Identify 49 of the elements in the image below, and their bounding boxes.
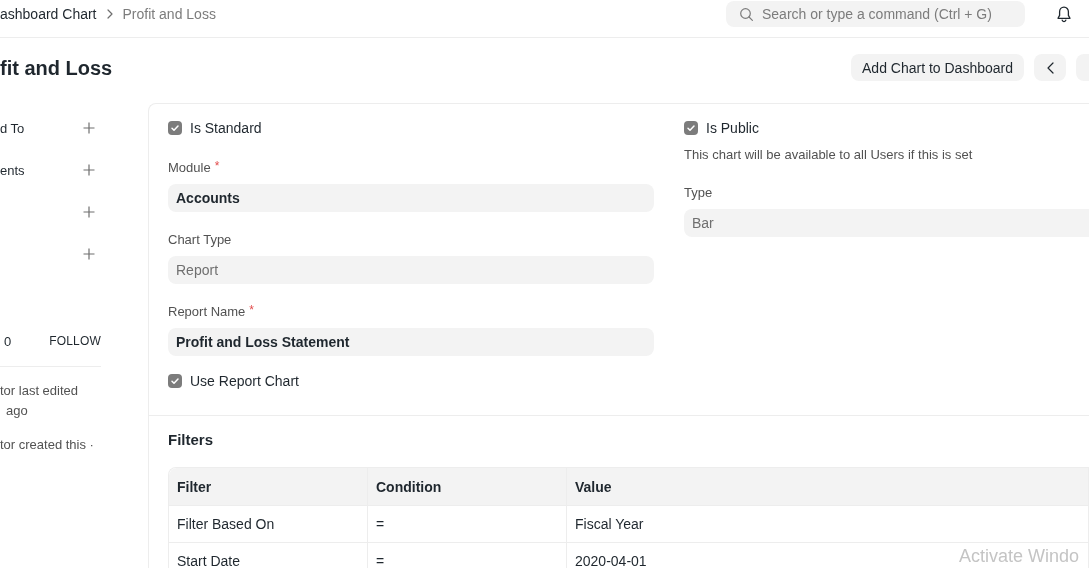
select-field[interactable]: Report [168, 256, 654, 284]
checkbox[interactable] [684, 121, 698, 135]
column-header: Value [567, 468, 1089, 506]
chevron-left-icon [1046, 61, 1054, 74]
plus-icon[interactable] [83, 206, 95, 218]
column-header: Filter [169, 468, 368, 506]
bell-icon[interactable] [1057, 6, 1071, 23]
checkbox[interactable] [168, 374, 182, 388]
previous-button[interactable] [1034, 54, 1066, 81]
required-asterisk: * [249, 303, 254, 317]
breadcrumb: Profit and Loss [122, 6, 216, 22]
plus-icon[interactable] [83, 122, 95, 134]
activity-text: tor created this · [0, 436, 94, 454]
column-header: Condition [368, 468, 567, 506]
field-label: Type [684, 184, 713, 202]
follow-button[interactable]: FOLLOW [49, 334, 101, 348]
activity-text: tor last edited [0, 382, 79, 400]
checkbox-label: Is Public [706, 120, 759, 136]
chevron-right-icon [106, 9, 113, 19]
breadcrumb[interactable]: ashboard Chart [0, 6, 97, 22]
link-field[interactable]: Accounts [168, 184, 654, 212]
select-field[interactable]: Bar [684, 209, 1089, 237]
field-label: Module [168, 159, 211, 177]
page-title: fit and Loss [0, 55, 113, 80]
table-cell: Filter Based On [177, 517, 275, 531]
plus-icon[interactable] [83, 248, 95, 260]
table-cell: Start Date [177, 554, 241, 568]
field-description: This chart will be available to all Users if this is set [684, 146, 973, 164]
field-label: Chart Type [168, 231, 232, 249]
sidebar-item[interactable]: ents [0, 162, 25, 178]
checkbox-label: Use Report Chart [190, 373, 299, 389]
search-field[interactable]: Search or type a command (Ctrl + G) [726, 1, 1025, 27]
section-title: Filters [168, 431, 213, 449]
field-label: Report Name [168, 303, 246, 321]
checkbox[interactable] [168, 121, 182, 135]
activity-text: ago [6, 402, 28, 420]
plus-icon[interactable] [83, 164, 95, 176]
table-cell: 2020-04-01 [575, 554, 647, 568]
table-cell: Fiscal Year [575, 517, 644, 531]
follower-count: 0 [4, 333, 12, 349]
checkbox-label: Is Standard [190, 120, 262, 136]
search-icon [740, 7, 753, 21]
table-cell: = [376, 554, 385, 568]
activation-notice: Activate Windo [959, 546, 1080, 566]
required-asterisk: * [214, 159, 220, 173]
sidebar-item[interactable]: d To [0, 120, 25, 136]
link-field[interactable]: Profit and Loss Statement [168, 328, 654, 356]
add-to-dashboard-button[interactable]: Add Chart to Dashboard [851, 54, 1024, 81]
table-cell: = [376, 517, 385, 531]
